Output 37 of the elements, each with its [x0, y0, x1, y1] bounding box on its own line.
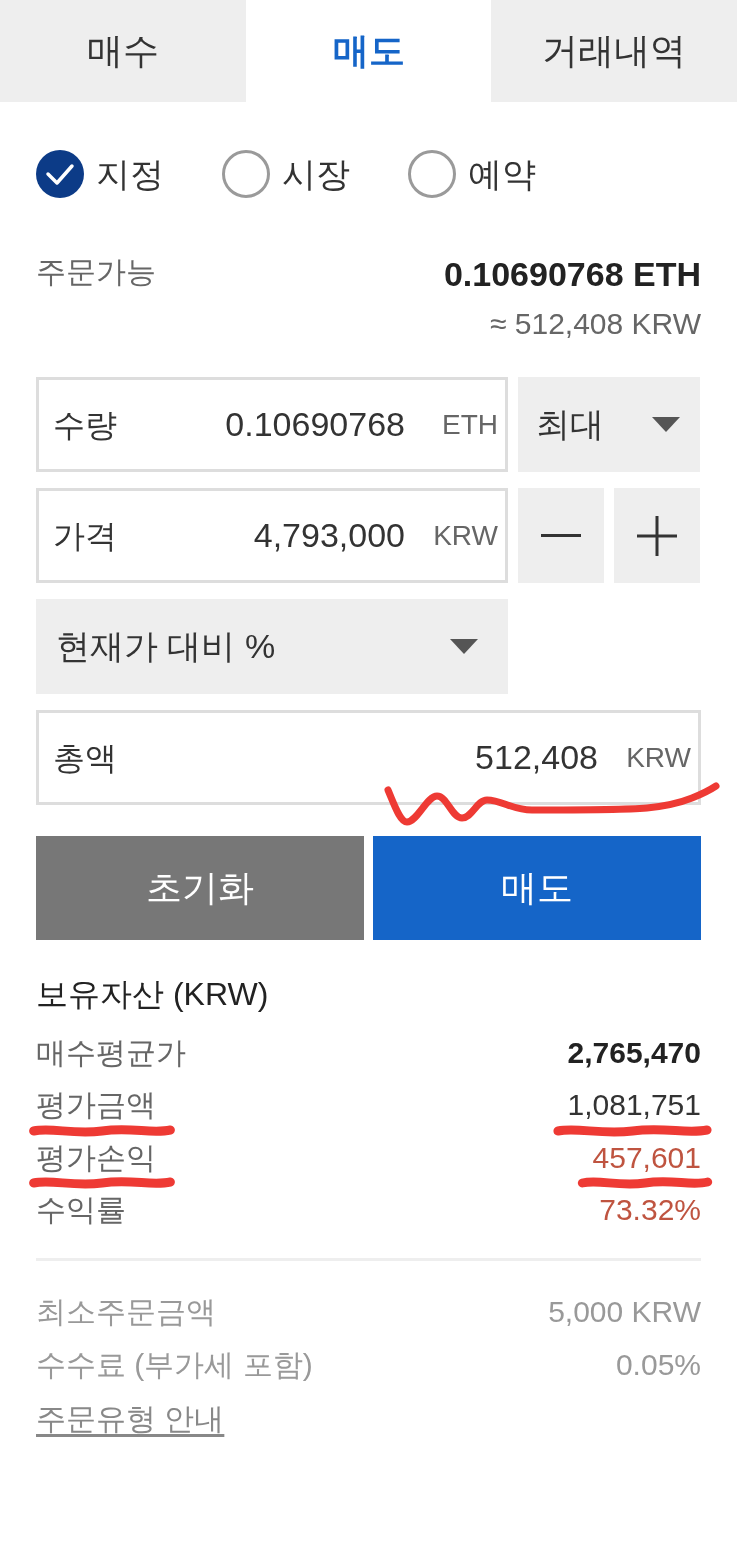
unit-label: ETH	[442, 407, 498, 442]
reset-button[interactable]: 초기화	[36, 836, 364, 940]
unit-label: KRW	[433, 518, 498, 553]
minus-icon	[541, 534, 581, 537]
field-label: 수량	[53, 405, 117, 445]
holding-label: 매수평균가	[36, 1034, 186, 1071]
tab[interactable]: 매수	[0, 0, 246, 102]
info-label: 수수료 (부가세 포함)	[36, 1347, 313, 1383]
unit-label: KRW	[626, 740, 691, 775]
order-type-option[interactable]: 예약	[408, 150, 536, 198]
holding-label: 평가손익	[36, 1139, 156, 1176]
percent-dropdown[interactable]: 현재가 대비 %	[36, 599, 508, 694]
holding-value: 2,765,470	[567, 1034, 701, 1071]
holding-value: 1,081,751	[567, 1087, 701, 1124]
order-type-option[interactable]: 지정	[36, 150, 164, 198]
field-label: 가격	[53, 516, 117, 556]
plus-icon	[637, 515, 677, 556]
info-label: 최소주문금액	[36, 1294, 216, 1330]
field-label: 총액	[53, 738, 117, 778]
holding-value: 457,601	[592, 1139, 701, 1176]
caret-icon	[652, 417, 680, 432]
holdings-title: 보유자산 (KRW)	[36, 975, 270, 1014]
holding-label: 평가금액	[36, 1087, 156, 1124]
order-type-guide-link[interactable]: 주문유형 안내	[36, 1397, 225, 1441]
max-dropdown[interactable]: 최대	[518, 377, 700, 472]
info-value: 5,000 KRW	[548, 1294, 701, 1330]
order-type-option[interactable]: 시장	[222, 150, 350, 198]
holding-value: 73.32%	[599, 1192, 701, 1229]
available-label: 주문가능	[36, 254, 156, 290]
available-amount: 0.10690768 ETH	[443, 254, 701, 295]
available-krw-estimate: ≈ 512,408 KRW	[488, 306, 701, 342]
info-value: 0.05%	[615, 1347, 701, 1383]
holding-label: 수익률	[36, 1192, 126, 1229]
sell-button[interactable]: 매도	[373, 836, 701, 940]
increase-button[interactable]	[614, 488, 700, 583]
tab[interactable]: 거래내역	[491, 0, 737, 102]
caret-icon	[450, 639, 478, 654]
